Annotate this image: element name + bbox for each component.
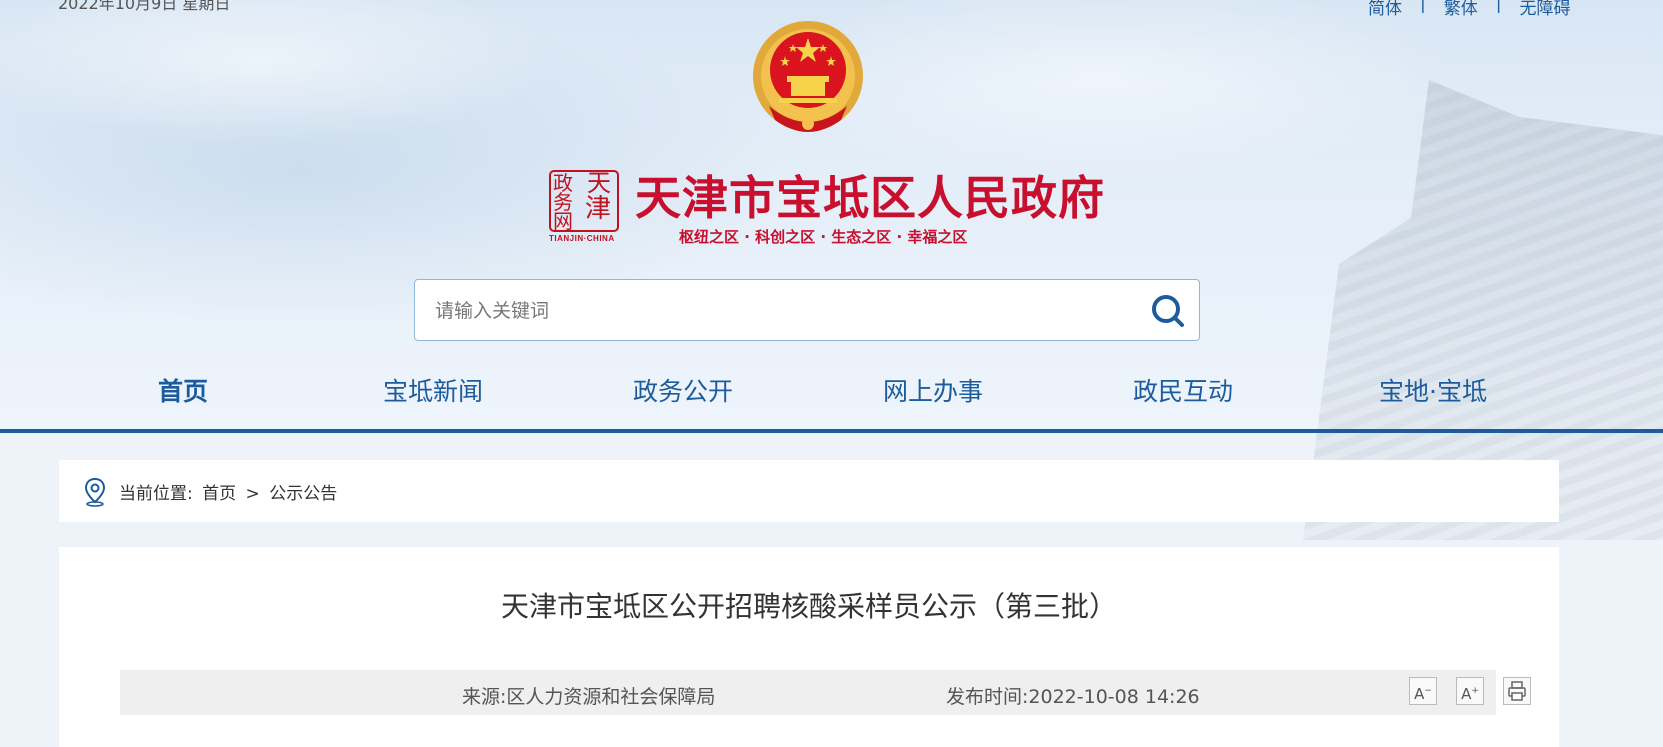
print-button[interactable] <box>1503 677 1531 705</box>
national-emblem-icon <box>753 21 863 132</box>
search-button[interactable] <box>1149 292 1189 330</box>
search-box <box>414 279 1200 341</box>
zhengwu-seal-logo: 政 天 务 津 网 <box>549 170 619 232</box>
article-meta: 来源:区人力资源和社会保障局 发布时间:2022-10-08 14:26 A− … <box>120 670 1531 715</box>
nav-gov-affairs[interactable]: 政务公开 <box>633 372 733 408</box>
font-increase-icon: A+ <box>1461 685 1479 703</box>
breadcrumb-home[interactable]: 首页 <box>202 484 236 504</box>
location-pin-icon <box>84 477 106 507</box>
divider: | <box>1420 0 1426 14</box>
seal-caption: TIANJIN·CHINA <box>549 234 615 243</box>
nav-interaction[interactable]: 政民互动 <box>1133 372 1233 408</box>
article-time: 发布时间:2022-10-08 14:26 <box>946 682 1200 709</box>
nav-baodi-land[interactable]: 宝地·宝坻 <box>1379 372 1487 408</box>
time-value: 2022-10-08 14:26 <box>1028 686 1200 708</box>
language-links: 简体 | 繁体 | 无障碍 <box>1368 0 1570 19</box>
main-nav: 首页 宝坻新闻 政务公开 网上办事 政民互动 宝地·宝坻 <box>0 360 1663 430</box>
site-slogan: 枢纽之区 · 科创之区 · 生态之区 · 幸福之区 <box>679 228 968 246</box>
search-icon <box>1152 295 1184 327</box>
link-traditional[interactable]: 繁体 <box>1444 0 1478 19</box>
breadcrumb-separator: > <box>245 484 260 504</box>
article-source: 来源:区人力资源和社会保障局 <box>462 682 715 709</box>
breadcrumb-label: 当前位置: <box>119 484 193 504</box>
breadcrumb: 当前位置: 首页 > 公示公告 <box>59 460 1559 522</box>
nav-home[interactable]: 首页 <box>158 372 208 408</box>
search-input[interactable] <box>433 294 1117 328</box>
breadcrumb-current[interactable]: 公示公告 <box>269 484 337 504</box>
print-icon <box>1508 681 1526 701</box>
nav-online-services[interactable]: 网上办事 <box>883 372 983 408</box>
article-panel: 天津市宝坻区公开招聘核酸采样员公示（第三批） 来源:区人力资源和社会保障局 发布… <box>59 547 1559 747</box>
nav-baodi-news[interactable]: 宝坻新闻 <box>383 372 483 408</box>
current-date: 2022年10月9日 星期日 <box>58 0 231 13</box>
link-accessibility[interactable]: 无障碍 <box>1519 0 1570 19</box>
article-title: 天津市宝坻区公开招聘核酸采样员公示（第三批） <box>500 590 1117 623</box>
site-brand[interactable]: 政 天 务 津 网 TIANJIN·CHINA 天津市宝坻区人民政府 枢纽之区 … <box>549 158 1104 248</box>
divider: | <box>1495 0 1502 14</box>
source-value: 区人力资源和社会保障局 <box>506 686 716 708</box>
site-title: 天津市宝坻区人民政府 <box>635 171 1105 225</box>
link-simplified[interactable]: 简体 <box>1368 0 1402 19</box>
nav-divider <box>0 429 1663 433</box>
source-label: 来源: <box>462 686 507 708</box>
time-label: 发布时间: <box>946 686 1029 708</box>
font-decrease-icon: A− <box>1414 685 1432 703</box>
font-decrease-button[interactable]: A− <box>1409 677 1437 705</box>
font-increase-button[interactable]: A+ <box>1456 677 1484 705</box>
